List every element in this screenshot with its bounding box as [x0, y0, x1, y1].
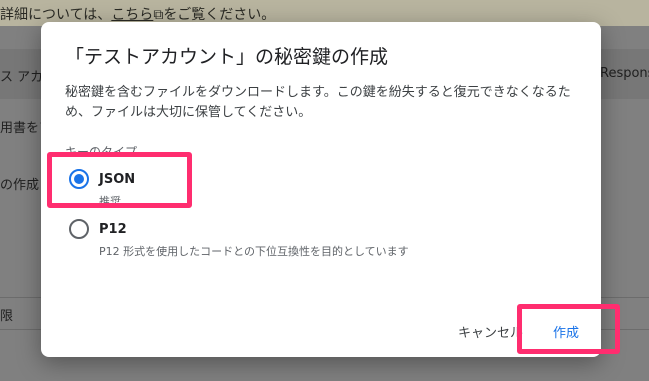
banner-prefix: 詳細については、: [0, 7, 112, 23]
dialog-title: 「テストアカウント」の秘密鍵の作成: [65, 46, 389, 68]
json-option-label[interactable]: JSON: [99, 172, 135, 187]
p12-option-description: P12 形式を使用したコードとの下位互換性を目的としています: [99, 245, 409, 258]
json-option-description: 推奨: [99, 195, 121, 208]
banner-link[interactable]: こちら: [111, 7, 153, 23]
bg-row-3: 限: [0, 309, 14, 324]
create-button[interactable]: 作成: [553, 322, 579, 341]
dialog-description: 秘密鍵を含むファイルをダウンロードします。この鍵を紛失すると復元できなくなるため…: [65, 85, 571, 120]
external-link-icon: ⧉: [153, 7, 164, 23]
banner-suffix: をご覧ください。: [163, 7, 276, 23]
bg-row-2: の作成: [0, 178, 40, 193]
p12-option-label[interactable]: P12: [99, 222, 127, 237]
json-radio[interactable]: [69, 169, 89, 189]
cancel-button[interactable]: キャンセル: [458, 322, 523, 341]
key-type-label: キーのタイプ: [65, 145, 138, 159]
bg-header-left: ス アカ: [0, 70, 44, 85]
p12-radio[interactable]: [69, 219, 89, 239]
bg-header-right: Respons: [600, 66, 649, 81]
info-banner-text: 詳細については、こちら⧉をご覧ください。: [0, 4, 275, 24]
create-private-key-dialog: 「テストアカウント」の秘密鍵の作成 秘密鍵を含むファイルをダウンロードします。こ…: [41, 22, 601, 357]
